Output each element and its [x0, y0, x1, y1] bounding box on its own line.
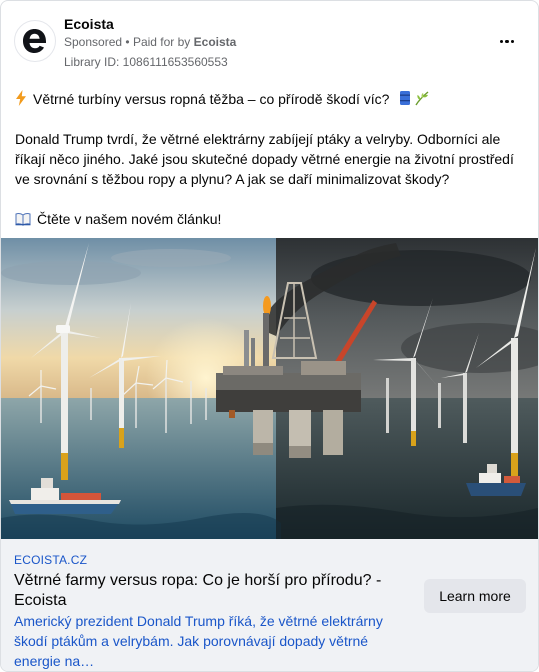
- ad-header: Ecoista Sponsored • Paid for by Ecoista …: [1, 1, 538, 77]
- post-headline-line: Větrné turbíny versus ropná těžba – co p…: [15, 89, 436, 109]
- paid-for-label: Paid for by: [132, 35, 191, 49]
- lightning-bolt-icon: [16, 90, 26, 106]
- wind-vs-oil-illustration: [1, 238, 538, 539]
- post-cta-line: Čtěte v našem novém článku!: [15, 209, 221, 229]
- page-name[interactable]: Ecoista: [64, 16, 114, 32]
- avatar[interactable]: [14, 20, 56, 62]
- ecoista-logo: [23, 29, 46, 53]
- library-id: Library ID: 1086111653560553: [64, 55, 228, 69]
- sponsored-label: Sponsored: [64, 35, 123, 49]
- post-paragraph: Donald Trump tvrdí, že větrné elektrárny…: [15, 131, 514, 187]
- ad-hero-image[interactable]: [1, 238, 538, 539]
- leaf-icon: [415, 91, 429, 106]
- more-options-button[interactable]: [491, 29, 523, 53]
- more-options-icon: [500, 40, 504, 44]
- link-description[interactable]: Americký prezident Donald Trump říká, že…: [14, 611, 414, 671]
- separator-dot: •: [125, 35, 130, 49]
- more-dot-3: [510, 40, 514, 44]
- more-dot-2: [505, 40, 509, 44]
- post-headline-text: Větrné turbíny versus ropná těžba – co p…: [33, 91, 390, 107]
- link-title[interactable]: Větrné farmy versus ropa: Co je horší pr…: [14, 571, 404, 611]
- paid-for-name: Ecoista: [193, 35, 237, 49]
- learn-more-button[interactable]: Learn more: [424, 579, 526, 613]
- link-domain[interactable]: ECOISTA.CZ: [14, 553, 87, 567]
- ad-card: Ecoista Sponsored • Paid for by Ecoista …: [0, 0, 539, 672]
- link-preview[interactable]: ECOISTA.CZ Větrné farmy versus ropa: Co …: [1, 539, 538, 671]
- open-book-icon: [15, 212, 31, 226]
- post-cta-text: Čtěte v našem novém článku!: [37, 211, 222, 227]
- oil-barrel-icon: [400, 91, 411, 105]
- sponsor-line: Sponsored • Paid for by Ecoista: [64, 35, 236, 49]
